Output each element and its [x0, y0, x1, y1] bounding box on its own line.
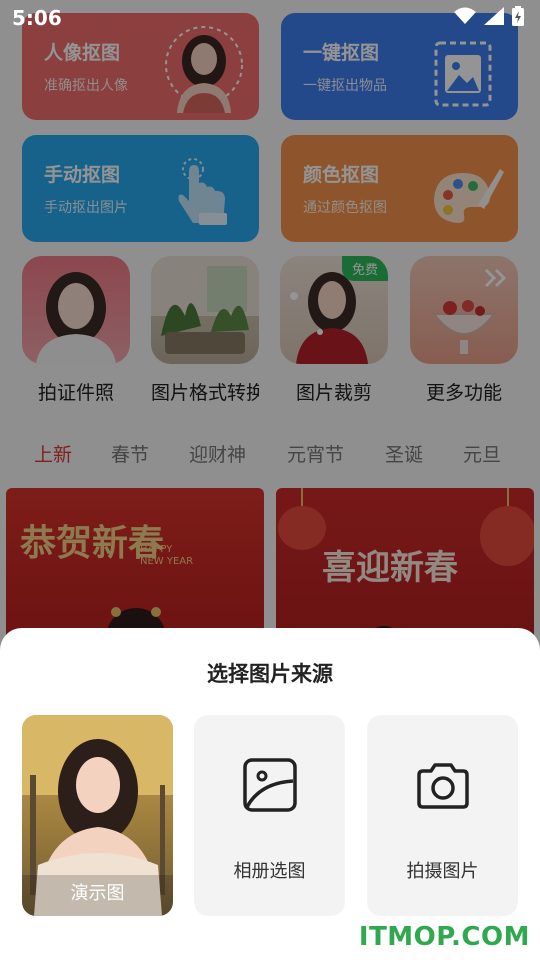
- status-bar: 5:06: [0, 0, 540, 36]
- album-label: 相册选图: [233, 861, 306, 882]
- signal-icon: [484, 7, 504, 25]
- camera-option[interactable]: 拍摄图片: [367, 715, 518, 916]
- image-source-sheet: 选择图片来源 演示图 相册选图 拍摄图片: [0, 628, 540, 960]
- gallery-icon: [243, 758, 297, 812]
- status-time: 5:06: [12, 6, 62, 30]
- camera-label: 拍摄图片: [406, 861, 479, 882]
- camera-icon: [417, 763, 469, 809]
- sheet-title: 选择图片来源: [207, 662, 333, 686]
- battery-icon: [512, 6, 524, 26]
- watermark: ITMOP.COM: [358, 922, 530, 952]
- status-icons: [454, 6, 524, 26]
- wifi-icon: [454, 7, 476, 24]
- album-option[interactable]: 相册选图: [194, 715, 345, 916]
- demo-label: 演示图: [70, 883, 125, 904]
- demo-image-option[interactable]: 演示图: [22, 715, 173, 916]
